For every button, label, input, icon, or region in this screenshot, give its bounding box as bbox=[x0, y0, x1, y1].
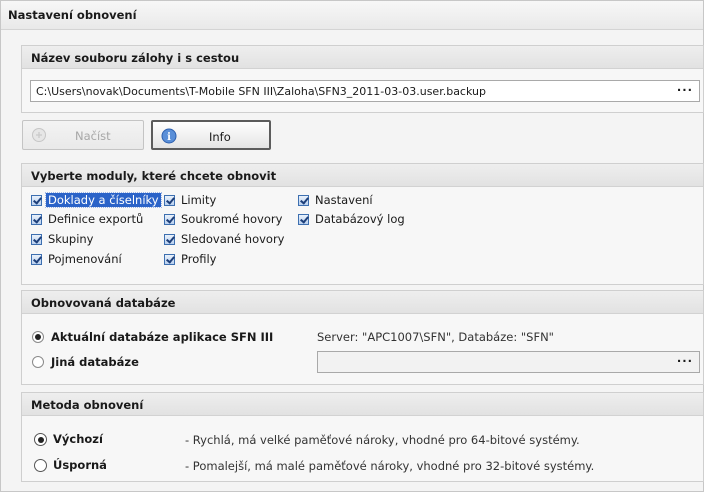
module-label: Limity bbox=[181, 193, 217, 207]
backup-file-group: Název souboru zálohy i s cestou C:\Users… bbox=[21, 45, 704, 113]
method-group: Metoda obnovení Výchozí - Rychlá, má vel… bbox=[21, 392, 704, 482]
modules-group: Vyberte moduly, které chcete obnovit Dok… bbox=[21, 163, 704, 285]
modules-group-title: Vyberte moduly, které chcete obnovit bbox=[31, 169, 277, 183]
radio-method-saving-label: Úsporná bbox=[53, 458, 107, 472]
restore-settings-panel: Nastavení obnovení Název souboru zálohy … bbox=[0, 0, 704, 492]
panel-header: Nastavení obnovení bbox=[1, 1, 703, 30]
checkbox-check-icon bbox=[298, 214, 309, 225]
database-group-header: Obnovovaná databáze bbox=[22, 291, 703, 314]
checkbox-check-icon bbox=[164, 234, 175, 245]
checkbox-check-icon bbox=[31, 234, 42, 245]
radio-current-database-label: Aktuální databáze aplikace SFN III bbox=[51, 330, 274, 344]
module-label: Soukromé hovory bbox=[181, 212, 283, 226]
checkbox-check-icon bbox=[164, 195, 175, 206]
module-label: Databázový log bbox=[315, 212, 405, 226]
module-label: Doklady a číselníky bbox=[45, 192, 162, 208]
checkbox-check-icon bbox=[31, 254, 42, 265]
checkbox-check-icon bbox=[31, 195, 42, 206]
backup-path-value: C:\Users\novak\Documents\T-Mobile SFN II… bbox=[36, 85, 486, 98]
load-button-label: Načíst bbox=[75, 129, 111, 143]
method-default-description: - Rychlá, má velké paměťové nároky, vhod… bbox=[185, 433, 580, 447]
checkbox-check-icon bbox=[31, 214, 42, 225]
method-saving-description: - Pomalejší, má malé paměťové nároky, vh… bbox=[185, 459, 595, 473]
info-button[interactable]: i Info bbox=[151, 120, 271, 150]
database-group-title: Obnovovaná databáze bbox=[31, 296, 176, 310]
radio-dot-icon bbox=[34, 459, 47, 472]
checkbox-check-icon bbox=[298, 195, 309, 206]
radio-method-default-label: Výchozí bbox=[53, 432, 103, 446]
info-button-label: Info bbox=[209, 130, 231, 144]
checkbox-check-icon bbox=[164, 214, 175, 225]
module-label: Definice exportů bbox=[48, 212, 144, 226]
backup-file-group-title: Název souboru zálohy i s cestou bbox=[31, 51, 240, 65]
radio-other-database-label: Jiná databáze bbox=[51, 355, 139, 369]
other-database-field[interactable]: ··· bbox=[317, 351, 700, 373]
module-label: Skupiny bbox=[48, 232, 94, 246]
current-database-info: Server: "APC1007\SFN", Databáze: "SFN" bbox=[317, 330, 554, 344]
backup-file-group-header: Název souboru zálohy i s cestou bbox=[22, 46, 703, 69]
svg-text:i: i bbox=[167, 132, 171, 143]
panel-title: Nastavení obnovení bbox=[8, 8, 137, 22]
method-group-header: Metoda obnovení bbox=[22, 393, 703, 416]
module-label: Nastavení bbox=[315, 193, 373, 207]
module-label: Profily bbox=[181, 252, 217, 266]
browse-database-button[interactable]: ··· bbox=[677, 354, 693, 368]
info-icon: i bbox=[161, 128, 177, 144]
browse-backup-button[interactable]: ··· bbox=[677, 83, 693, 97]
radio-dot-icon bbox=[32, 331, 44, 343]
load-icon bbox=[31, 127, 47, 143]
modules-group-header: Vyberte moduly, které chcete obnovit bbox=[22, 164, 703, 187]
checkbox-check-icon bbox=[164, 254, 175, 265]
method-group-title: Metoda obnovení bbox=[31, 398, 144, 412]
radio-dot-icon bbox=[34, 433, 47, 446]
module-label: Sledované hovory bbox=[181, 232, 285, 246]
load-button[interactable]: Načíst bbox=[22, 120, 144, 150]
module-label: Pojmenování bbox=[48, 252, 122, 266]
database-group: Obnovovaná databáze Aktuální databáze ap… bbox=[21, 290, 704, 385]
radio-dot-icon bbox=[32, 356, 44, 368]
backup-path-field[interactable]: C:\Users\novak\Documents\T-Mobile SFN II… bbox=[30, 80, 700, 102]
